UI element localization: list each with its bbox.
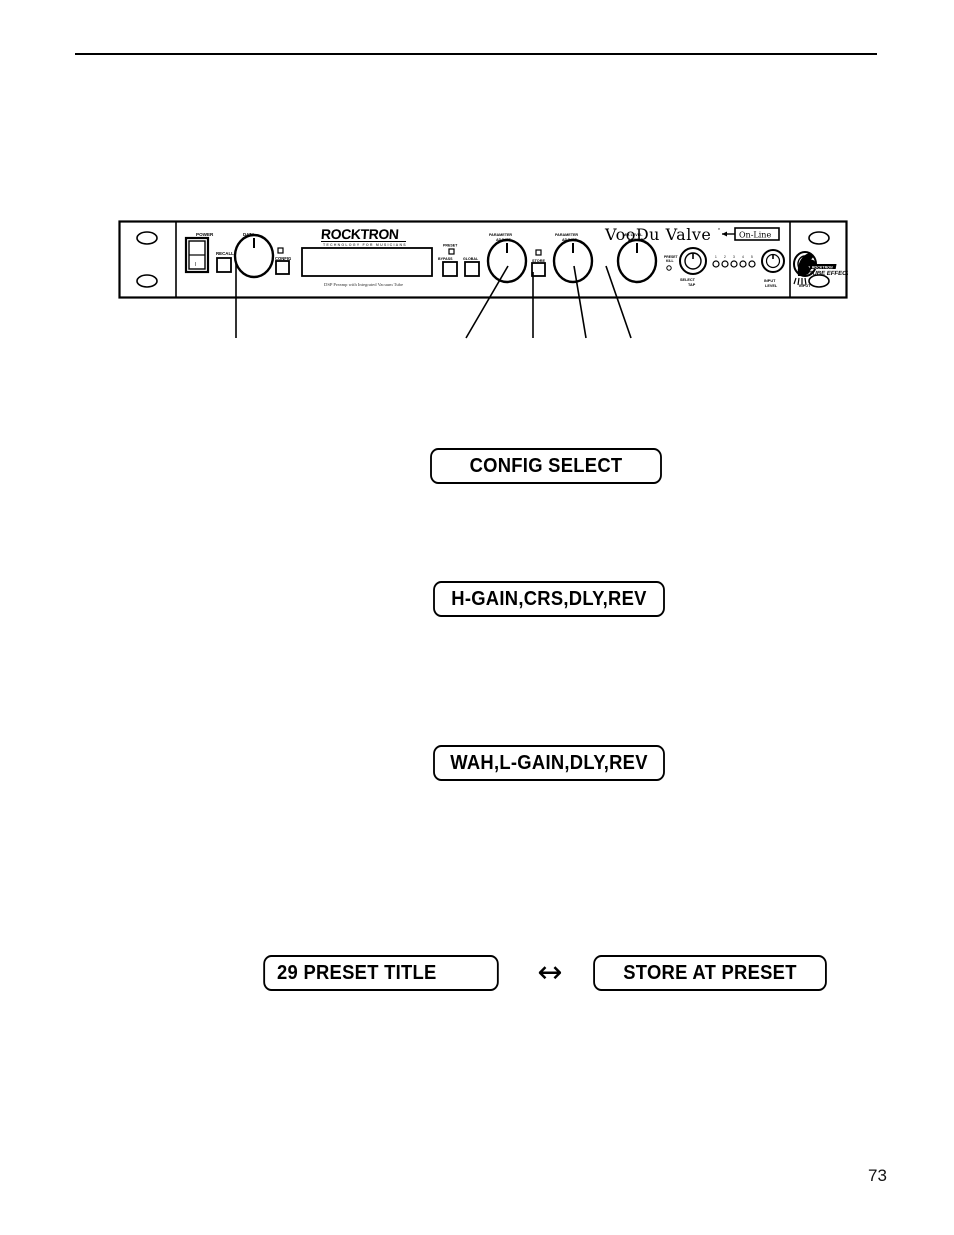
svg-text:VooDu Valve: VooDu Valve xyxy=(604,225,711,244)
svg-text:GLOBAL: GLOBAL xyxy=(463,257,479,261)
svg-text:4: 4 xyxy=(742,255,744,259)
callout-preset-title: 29 PRESET TITLE xyxy=(263,955,499,991)
svg-text:PARAMETER: PARAMETER xyxy=(489,233,512,237)
callout-wah-chain: WAH,L-GAIN,DLY,REV xyxy=(433,745,665,781)
double-arrow-icon: ↔ xyxy=(537,955,563,990)
svg-text:TECHNOLOGY FOR MUSICIANS: TECHNOLOGY FOR MUSICIANS xyxy=(323,243,407,247)
svg-text:ROCKTRON: ROCKTRON xyxy=(812,266,834,270)
svg-text:PARAMETER: PARAMETER xyxy=(555,233,578,237)
header-divider xyxy=(75,53,877,55)
device-front-panel-illustration: POWER I RECALL DATA CONFIG ROCKTRON TECH… xyxy=(118,220,848,300)
svg-text:5: 5 xyxy=(751,255,753,259)
svg-text:RECALL: RECALL xyxy=(216,251,234,256)
svg-text:LEVEL: LEVEL xyxy=(765,284,778,288)
svg-text:ROCKTRON: ROCKTRON xyxy=(320,226,399,242)
svg-text:DSP Preamp with Integrated Vac: DSP Preamp with Integrated Vacuum Tube xyxy=(324,282,403,287)
svg-text:SELECT: SELECT xyxy=(680,278,696,282)
svg-text:KILL: KILL xyxy=(666,259,674,263)
svg-text:I: I xyxy=(195,262,196,268)
svg-text:TUBE EFFECT: TUBE EFFECT xyxy=(808,271,848,277)
svg-text:BYPASS: BYPASS xyxy=(438,257,453,261)
svg-text:INPUT: INPUT xyxy=(799,284,811,288)
svg-text:TAP: TAP xyxy=(688,283,696,287)
svg-text:2: 2 xyxy=(724,255,726,259)
callout-store-at-preset: STORE AT PRESET xyxy=(593,955,827,991)
svg-text:POWER: POWER xyxy=(196,232,214,237)
callout-high-gain-chain: H-GAIN,CRS,DLY,REV xyxy=(433,581,665,617)
svg-text:On-Line: On-Line xyxy=(739,231,771,240)
svg-text:*: * xyxy=(718,228,720,234)
callout-leader-lines xyxy=(235,262,632,339)
callout-config-select: CONFIG SELECT xyxy=(430,448,662,484)
svg-text:PRESET: PRESET xyxy=(443,244,458,248)
svg-text:INPUT: INPUT xyxy=(764,279,776,283)
page-number: 73 xyxy=(868,1166,887,1185)
svg-text:3: 3 xyxy=(733,255,735,259)
svg-text:1: 1 xyxy=(715,255,717,259)
